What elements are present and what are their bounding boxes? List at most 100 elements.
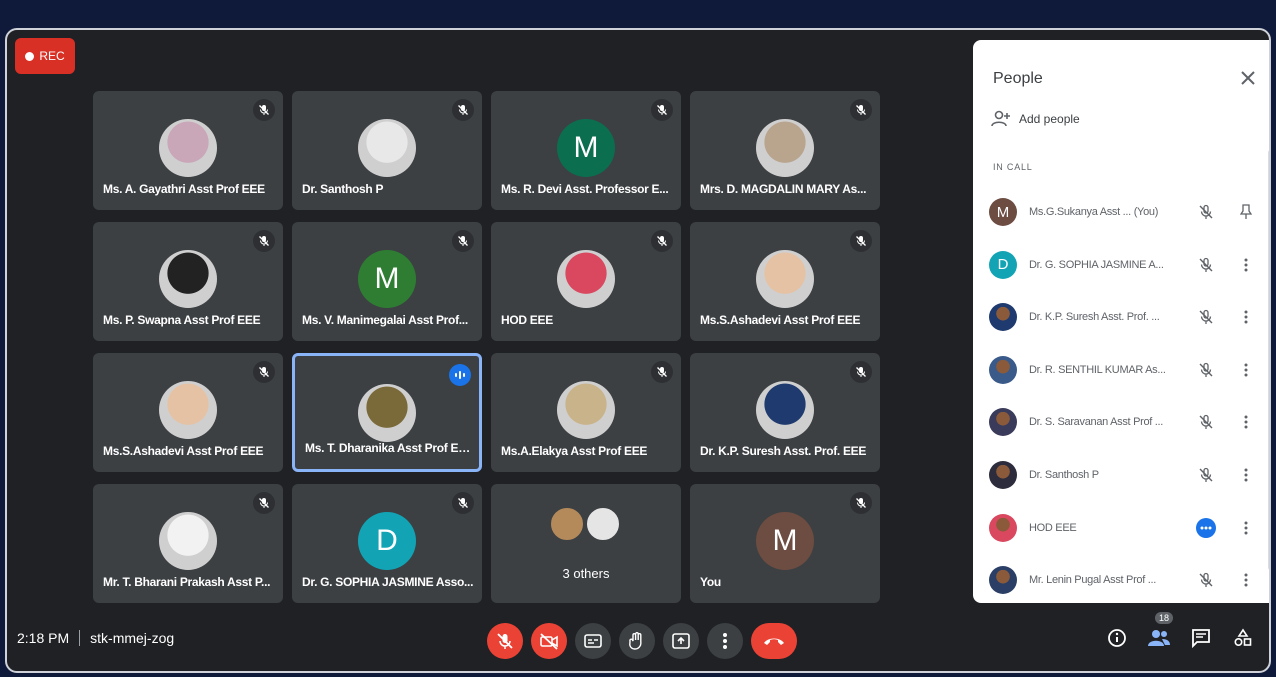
participant-tile[interactable]: M Ms. R. Devi Asst. Professor E... <box>491 91 681 210</box>
captions-button[interactable] <box>575 623 611 659</box>
more-vert-icon[interactable] <box>1236 412 1256 432</box>
mic-off-icon <box>253 99 275 121</box>
avatar-initial: M <box>772 524 798 557</box>
hang-up-icon <box>764 638 784 645</box>
participant-name: Dr. Santhosh P <box>302 182 384 196</box>
leave-call-button[interactable] <box>751 623 797 659</box>
speaking-indicator-icon <box>449 364 471 386</box>
more-vert-icon[interactable] <box>1236 518 1256 538</box>
participant-tile[interactable]: Ms.A.Elakya Asst Prof EEE <box>491 353 681 472</box>
mic-toggle-button[interactable] <box>487 623 523 659</box>
participant-tile[interactable]: 3 others <box>491 484 681 603</box>
mic-off-icon <box>253 361 275 383</box>
activities-button[interactable] <box>1231 626 1255 650</box>
meeting-details-button[interactable] <box>1105 626 1129 650</box>
add-people-button[interactable]: Add people <box>991 110 1080 128</box>
mic-off-icon[interactable] <box>1196 255 1216 275</box>
recording-badge: REC <box>15 38 75 74</box>
mic-off-icon[interactable] <box>1196 412 1216 432</box>
participant-name: HOD EEE <box>501 313 553 327</box>
hand-icon <box>629 632 642 650</box>
participant-name-text: Dr. G. SOPHIA JASMINE A... <box>1029 258 1164 271</box>
avatar <box>557 250 615 308</box>
participant-tile[interactable]: Ms.S.Ashadevi Asst Prof EEE <box>690 222 880 341</box>
captions-icon <box>584 634 602 648</box>
more-vert-icon[interactable] <box>1236 465 1256 485</box>
avatar <box>159 250 217 308</box>
participant-tile[interactable]: HOD EEE <box>491 222 681 341</box>
participant-tile[interactable]: D Dr. G. SOPHIA JASMINE Asso... <box>292 484 482 603</box>
meeting-code[interactable]: stk-mmej-zog <box>90 630 174 646</box>
add-person-icon <box>991 110 1010 127</box>
pin-icon[interactable] <box>1236 202 1256 222</box>
record-icon <box>25 51 35 61</box>
participant-name: Ms.S.Ashadevi Asst Prof EEE <box>700 313 861 327</box>
avatar-initial: D <box>997 256 1009 274</box>
avatar <box>756 250 814 308</box>
avatar <box>358 119 416 177</box>
avatar: D <box>989 250 1017 279</box>
mic-off-icon <box>497 633 513 649</box>
avatar <box>989 461 1017 489</box>
people-list-item[interactable]: Dr. S. Saravanan Asst Prof ... <box>989 402 1268 442</box>
participant-tile[interactable]: Ms. P. Swapna Asst Prof EEE <box>93 222 283 341</box>
people-list-item[interactable]: Dr. Santhosh P <box>989 455 1268 495</box>
raise-hand-button[interactable] <box>619 623 655 659</box>
people-list-item[interactable]: Dr. R. SENTHIL KUMAR As... <box>989 350 1268 390</box>
in-call-heading: IN CALL <box>993 162 1033 172</box>
people-list-item[interactable]: Mr. Lenin Pugal Asst Prof ... <box>989 560 1268 600</box>
avatar: M <box>358 250 416 308</box>
avatar <box>989 513 1017 542</box>
participant-name: Mrs. D. MAGDALIN MARY As... <box>700 182 867 196</box>
mic-off-icon[interactable] <box>1196 307 1216 327</box>
people-list-item[interactable]: D Dr. G. SOPHIA JASMINE A... <box>989 245 1268 285</box>
participant-tile[interactable]: Ms. T. Dharanika Asst Prof EEE <box>292 353 482 472</box>
close-icon[interactable] <box>1238 68 1258 88</box>
participant-tile[interactable]: M Ms. V. Manimegalai Asst Prof... <box>292 222 482 341</box>
more-options-button[interactable] <box>707 623 743 659</box>
participant-tile[interactable]: Mr. T. Bharani Prakash Asst P... <box>93 484 283 603</box>
present-button[interactable] <box>663 623 699 659</box>
people-list-item[interactable]: Dr. K.P. Suresh Asst. Prof. ... <box>989 297 1268 337</box>
avatar: M <box>557 119 615 177</box>
participant-name: Dr. G. SOPHIA JASMINE A... <box>1029 259 1179 271</box>
divider <box>79 630 81 646</box>
avatar <box>585 506 621 542</box>
people-list-item[interactable]: HOD EEE <box>989 508 1268 548</box>
mic-off-icon[interactable] <box>1196 202 1216 222</box>
people-scrollbar[interactable] <box>1268 150 1269 570</box>
avatar: M <box>756 512 814 570</box>
avatar <box>989 303 1017 332</box>
people-list-item[interactable]: M Ms.G.Sukanya Asst ... (You) <box>989 192 1268 232</box>
more-vert-icon[interactable] <box>1236 570 1256 590</box>
participant-tile[interactable]: Mrs. D. MAGDALIN MARY As... <box>690 91 880 210</box>
speaking-indicator-icon <box>1196 517 1216 538</box>
mic-off-icon <box>253 230 275 252</box>
mic-off-icon[interactable] <box>1196 360 1216 380</box>
people-button[interactable]: 18 <box>1147 612 1174 650</box>
participant-tile[interactable]: M You <box>690 484 880 603</box>
participant-grid: Ms. A. Gayathri Asst Prof EEE Dr. Santhos… <box>93 91 883 607</box>
mic-off-icon <box>850 492 872 514</box>
avatar <box>557 381 615 439</box>
mic-off-icon[interactable] <box>1196 570 1216 590</box>
people-icon <box>1148 630 1170 646</box>
more-vert-icon[interactable] <box>1236 255 1256 275</box>
participant-tile[interactable]: Ms. A. Gayathri Asst Prof EEE <box>93 91 283 210</box>
avatar <box>358 384 416 442</box>
camera-toggle-button[interactable] <box>531 623 567 659</box>
more-vert-icon[interactable] <box>1236 360 1256 380</box>
mic-off-icon <box>651 99 673 121</box>
participant-name: Ms. V. Manimegalai Asst Prof... <box>302 313 468 327</box>
avatar <box>756 119 814 177</box>
more-vert-icon[interactable] <box>1236 307 1256 327</box>
mic-off-icon[interactable] <box>1196 465 1216 485</box>
people-title: People <box>993 70 1043 87</box>
participant-name-text: Dr. S. Saravanan Asst Prof ... <box>1029 416 1164 429</box>
participant-tile[interactable]: Dr. K.P. Suresh Asst. Prof. EEE <box>690 353 880 472</box>
participant-tile[interactable]: Ms.S.Ashadevi Asst Prof EEE <box>93 353 283 472</box>
mic-off-icon <box>452 492 474 514</box>
chat-button[interactable] <box>1189 626 1213 650</box>
participant-tile[interactable]: Dr. Santhosh P <box>292 91 482 210</box>
participant-name: You <box>700 575 721 589</box>
